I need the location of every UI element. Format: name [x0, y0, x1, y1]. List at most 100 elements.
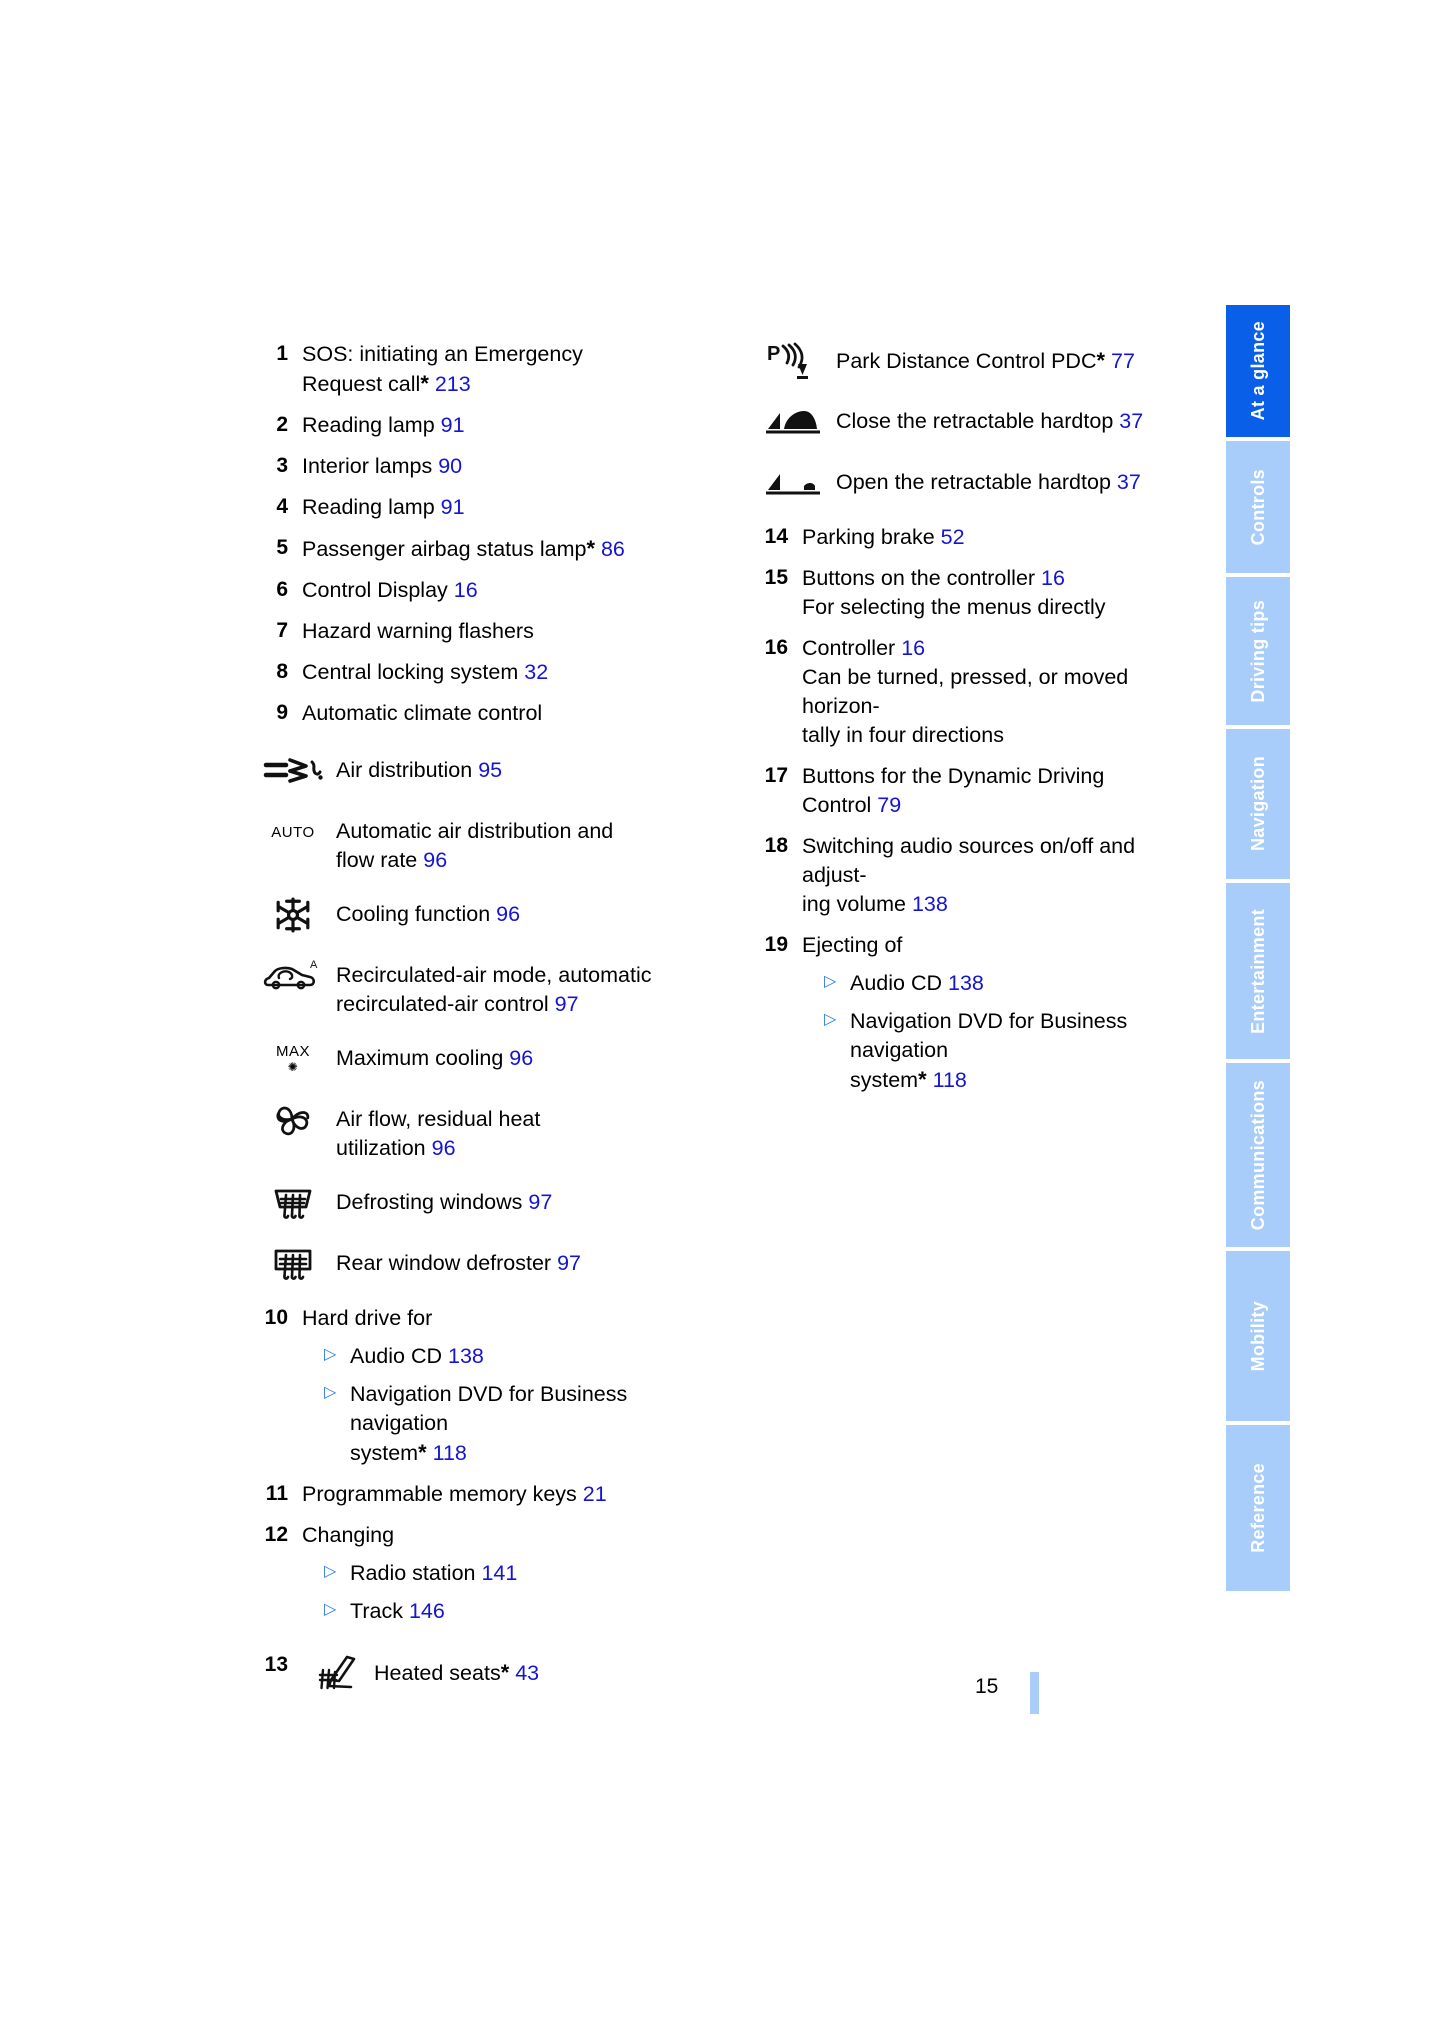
legend-number: 5: [276, 536, 288, 560]
page-reference: 79: [877, 793, 902, 818]
icon-legend-row: Open the retractable hardtop 37: [750, 462, 1180, 504]
legend-number: 1: [276, 342, 288, 365]
text-line: Passenger airbag status lamp* 86: [302, 536, 625, 562]
section-tab-mobility[interactable]: Mobility: [1226, 1251, 1290, 1421]
section-tab-navigation[interactable]: Navigation: [1226, 729, 1290, 879]
sub-list-item: ▷ Audio CD 138: [824, 969, 1180, 998]
text-line: Central locking system 32: [302, 660, 549, 685]
page-reference: 118: [932, 1068, 967, 1093]
page-reference: 96: [431, 1136, 456, 1161]
section-tab-strip: At a glance Controls Driving tips Navigatio…: [1226, 305, 1290, 1595]
sub-list-text: Navigation DVD for Business navigation sy…: [850, 1007, 1180, 1095]
legend-entry: 6 Control Display 16: [250, 576, 710, 605]
left-column: 1 SOS: initiating an Emergency Request cal…: [250, 340, 710, 1694]
section-tab-at-a-glance[interactable]: At a glance: [1226, 305, 1290, 437]
triangle-bullet-icon: ▷: [324, 1346, 337, 1364]
legend-entry: 8 Central locking system 32: [250, 658, 710, 687]
page-reference: 213: [434, 372, 471, 397]
page-reference: 16: [453, 578, 478, 603]
text-line: Ejecting of: [802, 933, 903, 958]
legend-entry: 5 Passenger airbag status lamp* 86: [250, 534, 710, 564]
section-tab-communications[interactable]: Communications: [1226, 1063, 1290, 1247]
text-line: Close the retractable hardtop 37: [836, 409, 1144, 433]
legend-number: 13: [264, 1653, 288, 1677]
page-reference: 77: [1111, 349, 1135, 373]
triangle-bullet-icon: ▷: [824, 1011, 837, 1029]
page-reference: 96: [423, 848, 448, 873]
icon-slot: [250, 1243, 336, 1285]
fan-airflow-icon: [274, 1101, 312, 1139]
auto-icon: AUTO: [271, 823, 315, 841]
icon-legend-row: A Recirculated-air mode, automatic recircu…: [250, 955, 710, 1019]
close-hardtop-icon: [764, 407, 822, 437]
legend-text: Parking brake 52: [802, 523, 1180, 552]
text-line: Reading lamp 91: [302, 413, 465, 438]
climate-control-icon-list: Air distribution 95 AUTO Automatic air dis…: [250, 750, 710, 1285]
page-reference: 52: [940, 525, 965, 549]
legend-entry-with-icon: 13 Heated seats* 43: [250, 1652, 710, 1694]
legend-text: Buttons on the controller 16 For selectin…: [802, 564, 1180, 622]
legend-text: Reading lamp 91: [302, 411, 710, 440]
icon-slot: P: [750, 340, 836, 382]
page-reference: 138: [948, 971, 984, 996]
icon-legend-text: Maximum cooling 96: [336, 1038, 710, 1073]
page-reference: 91: [440, 413, 465, 438]
icon-legend-row: Rear window defroster 97: [250, 1243, 710, 1285]
text-line: Request call* 213: [302, 371, 471, 397]
icon-slot: [250, 750, 336, 792]
icon-legend-text: Open the retractable hardtop 37: [836, 462, 1180, 497]
text-line: Audio CD 138: [350, 1344, 484, 1369]
text-line: Navigation DVD for Business navigation: [350, 1382, 628, 1436]
section-tab-label: Mobility: [1247, 1300, 1268, 1372]
icon-slot: [750, 401, 836, 443]
sub-list-item: ▷ Track 146: [324, 1597, 710, 1626]
text-line: flow rate 96: [336, 848, 448, 873]
sub-list-text: Audio CD 138: [350, 1342, 710, 1371]
section-tab-label: Reference: [1247, 1463, 1268, 1553]
legend-text: Controller 16 Can be turned, pressed, or …: [802, 634, 1180, 750]
page-reference: 97: [528, 1190, 553, 1215]
text-line: Recirculated-air mode, automatic: [336, 963, 652, 988]
section-tab-label: Controls: [1247, 468, 1268, 546]
legend-entry: 4 Reading lamp 91: [250, 493, 710, 522]
section-tab-driving-tips[interactable]: Driving tips: [1226, 577, 1290, 725]
page-number: 15: [975, 1675, 999, 1698]
page-reference: 138: [448, 1344, 484, 1369]
icon-legend-text: Recirculated-air mode, automatic recircul…: [336, 955, 710, 1019]
air-distribution-icon: [262, 756, 324, 786]
legend-number: 16: [764, 636, 788, 660]
icon-slot: [302, 1652, 374, 1694]
section-tab-label: Navigation: [1247, 756, 1268, 852]
legend-number: 2: [276, 413, 288, 437]
section-tab-controls[interactable]: Controls: [1226, 441, 1290, 573]
page-reference: 90: [438, 454, 463, 479]
page-number-bar: [1030, 1672, 1039, 1714]
option-asterisk: *: [418, 1440, 427, 1466]
legend-text: Hard drive for ▷ Audio CD 138 ▷ Navigation D…: [302, 1304, 710, 1468]
defrost-windshield-icon: [272, 1185, 314, 1221]
legend-text: Passenger airbag status lamp* 86: [302, 534, 710, 564]
legend-text: Switching audio sources on/off and adjus…: [802, 832, 1180, 919]
section-tab-reference[interactable]: Reference: [1226, 1425, 1290, 1591]
legend-text: Automatic climate control: [302, 699, 710, 728]
icon-legend-row: Defrosting windows 97: [250, 1182, 710, 1224]
legend-number: 15: [764, 566, 788, 590]
legend-entry: 17 Buttons for the Dynamic Driving Control…: [750, 762, 1180, 820]
legend-entry: 16 Controller 16 Can be turned, pressed, o…: [750, 634, 1180, 750]
icon-legend-text: Close the retractable hardtop 37: [836, 401, 1180, 436]
page-reference: 138: [911, 892, 948, 917]
text-line: Switching audio sources on/off and adjus…: [802, 834, 1136, 888]
text-line: Hazard warning flashers: [302, 619, 534, 644]
text-line: Defrosting windows 97: [336, 1190, 553, 1215]
option-asterisk: *: [1096, 348, 1106, 373]
text-line: Cooling function 96: [336, 902, 521, 927]
legend-text: Ejecting of ▷ Audio CD 138 ▷ Navigation DVD …: [802, 931, 1180, 1095]
text-line: Rear window defroster 97: [336, 1251, 581, 1276]
page-reference: 32: [524, 660, 549, 685]
text-line: Automatic air distribution and: [336, 819, 614, 844]
sub-list-item: ▷ Audio CD 138: [324, 1342, 710, 1371]
section-tab-entertainment[interactable]: Entertainment: [1226, 883, 1290, 1059]
text-line: tally in four directions: [802, 723, 1004, 748]
legend-number: 18: [764, 834, 788, 858]
option-asterisk: *: [500, 1660, 510, 1686]
